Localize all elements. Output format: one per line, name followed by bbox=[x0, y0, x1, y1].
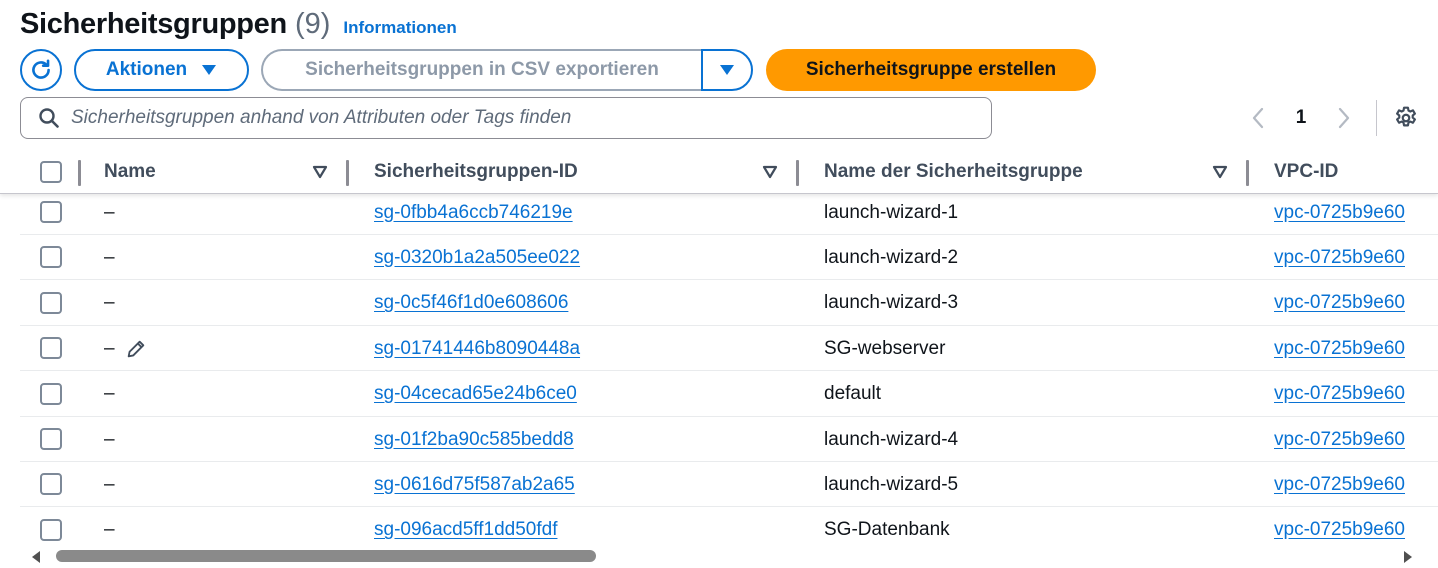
cell-name: – bbox=[104, 201, 115, 223]
row-checkbox[interactable] bbox=[40, 428, 62, 450]
export-csv-button[interactable]: Sicherheitsgruppen in CSV exportieren bbox=[261, 49, 701, 91]
export-split-button: Sicherheitsgruppen in CSV exportieren bbox=[261, 49, 753, 91]
security-group-id-link[interactable]: sg-0616d75f587ab2a65 bbox=[374, 462, 575, 507]
vpc-id-link[interactable]: vpc-0725b9e60 bbox=[1274, 281, 1405, 326]
page-number[interactable]: 1 bbox=[1276, 107, 1326, 129]
row-checkbox[interactable] bbox=[40, 337, 62, 360]
table-row[interactable]: – sg-0c5f46f1d0e608606 launch-wizard-3 vpc-… bbox=[20, 281, 1438, 326]
actions-button[interactable]: Aktionen bbox=[74, 49, 249, 91]
search-icon bbox=[39, 108, 59, 128]
page-header: Sicherheitsgruppen (9) Informationen bbox=[20, 8, 457, 44]
table-header: Name Sicherheitsgruppen-ID Name der Sich… bbox=[0, 150, 1438, 194]
export-dropdown-button[interactable] bbox=[701, 49, 753, 91]
table-row[interactable]: – sg-04cecad65e24b6ce0 default vpc-0725b9e6… bbox=[20, 372, 1438, 417]
cell-name: – bbox=[104, 473, 115, 495]
caret-down-icon bbox=[202, 65, 217, 75]
vpc-id-link[interactable]: vpc-0725b9e60 bbox=[1274, 235, 1405, 280]
security-group-id-link[interactable]: sg-01f2ba90c585bedd8 bbox=[374, 417, 574, 462]
row-checkbox[interactable] bbox=[40, 518, 62, 541]
actions-label: Aktionen bbox=[105, 59, 188, 80]
security-group-name: launch-wizard-5 bbox=[824, 473, 959, 495]
edit-pencil-icon[interactable] bbox=[125, 338, 147, 360]
vpc-id-link[interactable]: vpc-0725b9e60 bbox=[1274, 462, 1405, 507]
pager-divider bbox=[1376, 100, 1377, 136]
create-label: Sicherheitsgruppe erstellen bbox=[805, 59, 1057, 80]
table-settings-button[interactable] bbox=[1388, 100, 1424, 136]
table-row[interactable]: – sg-0320b1a2a505ee022 launch-wizard-2 vpc-… bbox=[20, 235, 1438, 281]
security-group-id-link[interactable]: sg-0320b1a2a505ee022 bbox=[374, 235, 580, 280]
scroll-left-arrow[interactable] bbox=[32, 551, 40, 563]
security-group-name: launch-wizard-1 bbox=[824, 201, 959, 223]
table-row[interactable]: – sg-01741446b8090448a SG-webserver vpc-072… bbox=[20, 326, 1438, 372]
security-group-name: default bbox=[824, 383, 882, 405]
column-header-group-name[interactable]: Name der Sicherheitsgruppe bbox=[796, 150, 1248, 194]
vpc-id-link[interactable]: vpc-0725b9e60 bbox=[1274, 372, 1405, 417]
chevron-left-icon bbox=[1252, 107, 1264, 129]
search-input[interactable] bbox=[71, 107, 971, 129]
refresh-icon bbox=[32, 59, 50, 79]
column-header-vpc-id[interactable]: VPC-ID bbox=[1246, 150, 1438, 194]
caret-down-icon bbox=[720, 65, 734, 75]
column-header-name[interactable]: Name bbox=[78, 150, 348, 194]
select-all-checkbox[interactable] bbox=[40, 161, 62, 183]
pagination: 1 bbox=[1240, 100, 1377, 136]
row-checkbox[interactable] bbox=[40, 291, 62, 314]
security-group-id-link[interactable]: sg-0c5f46f1d0e608606 bbox=[374, 281, 568, 326]
vpc-id-link[interactable]: vpc-0725b9e60 bbox=[1274, 190, 1405, 235]
security-group-name: SG-webserver bbox=[824, 337, 946, 359]
export-csv-label: Sicherheitsgruppen in CSV exportieren bbox=[305, 59, 659, 80]
scrollbar-thumb[interactable] bbox=[56, 550, 596, 562]
row-checkbox[interactable] bbox=[40, 473, 62, 496]
create-security-group-button[interactable]: Sicherheitsgruppe erstellen bbox=[766, 49, 1096, 91]
cell-name: – bbox=[104, 292, 115, 314]
item-count: (9) bbox=[294, 8, 331, 40]
security-group-id-link[interactable]: sg-0fbb4a6ccb746219e bbox=[374, 190, 573, 235]
security-group-id-link[interactable]: sg-01741446b8090448a bbox=[374, 326, 580, 371]
cell-name: – bbox=[104, 246, 115, 268]
column-header-group-id[interactable]: Sicherheitsgruppen-ID bbox=[346, 150, 800, 194]
toolbar: Aktionen Sicherheitsgruppen in CSV expor… bbox=[20, 49, 1096, 91]
row-checkbox[interactable] bbox=[40, 201, 62, 223]
security-groups-table: Name Sicherheitsgruppen-ID Name der Sich… bbox=[0, 150, 1438, 550]
gear-icon bbox=[1396, 106, 1416, 127]
sort-icon[interactable] bbox=[312, 165, 328, 179]
horizontal-scrollbar[interactable] bbox=[0, 544, 1438, 568]
column-separator bbox=[78, 160, 81, 186]
sort-icon[interactable] bbox=[1212, 165, 1228, 179]
row-checkbox[interactable] bbox=[40, 246, 62, 269]
refresh-button[interactable] bbox=[20, 49, 62, 91]
cell-name: – bbox=[104, 326, 147, 371]
info-link[interactable]: Informationen bbox=[343, 18, 456, 38]
cell-name: – bbox=[104, 383, 115, 405]
security-group-name: launch-wizard-4 bbox=[824, 428, 959, 450]
search-bar bbox=[20, 97, 992, 139]
column-separator bbox=[346, 160, 349, 186]
table-row[interactable]: – sg-01f2ba90c585bedd8 launch-wizard-4 vpc-… bbox=[20, 417, 1438, 462]
page-title: Sicherheitsgruppen bbox=[20, 8, 287, 40]
row-checkbox[interactable] bbox=[40, 382, 62, 405]
security-group-name: launch-wizard-3 bbox=[824, 292, 959, 314]
security-group-id-link[interactable]: sg-04cecad65e24b6ce0 bbox=[374, 372, 577, 417]
column-separator bbox=[1246, 160, 1249, 186]
column-separator bbox=[796, 160, 799, 186]
vpc-id-link[interactable]: vpc-0725b9e60 bbox=[1274, 417, 1405, 462]
previous-page-button[interactable] bbox=[1240, 100, 1276, 136]
vpc-id-link[interactable]: vpc-0725b9e60 bbox=[1274, 326, 1405, 371]
sort-icon[interactable] bbox=[762, 165, 778, 179]
cell-name: – bbox=[104, 428, 115, 450]
chevron-right-icon bbox=[1338, 107, 1350, 129]
table-row[interactable]: – sg-0fbb4a6ccb746219e launch-wizard-1 vpc-… bbox=[20, 190, 1438, 235]
table-row[interactable]: – sg-0616d75f587ab2a65 launch-wizard-5 vpc-… bbox=[20, 462, 1438, 508]
scroll-right-arrow[interactable] bbox=[1404, 551, 1412, 563]
next-page-button[interactable] bbox=[1326, 100, 1362, 136]
security-group-name: launch-wizard-2 bbox=[824, 246, 959, 268]
